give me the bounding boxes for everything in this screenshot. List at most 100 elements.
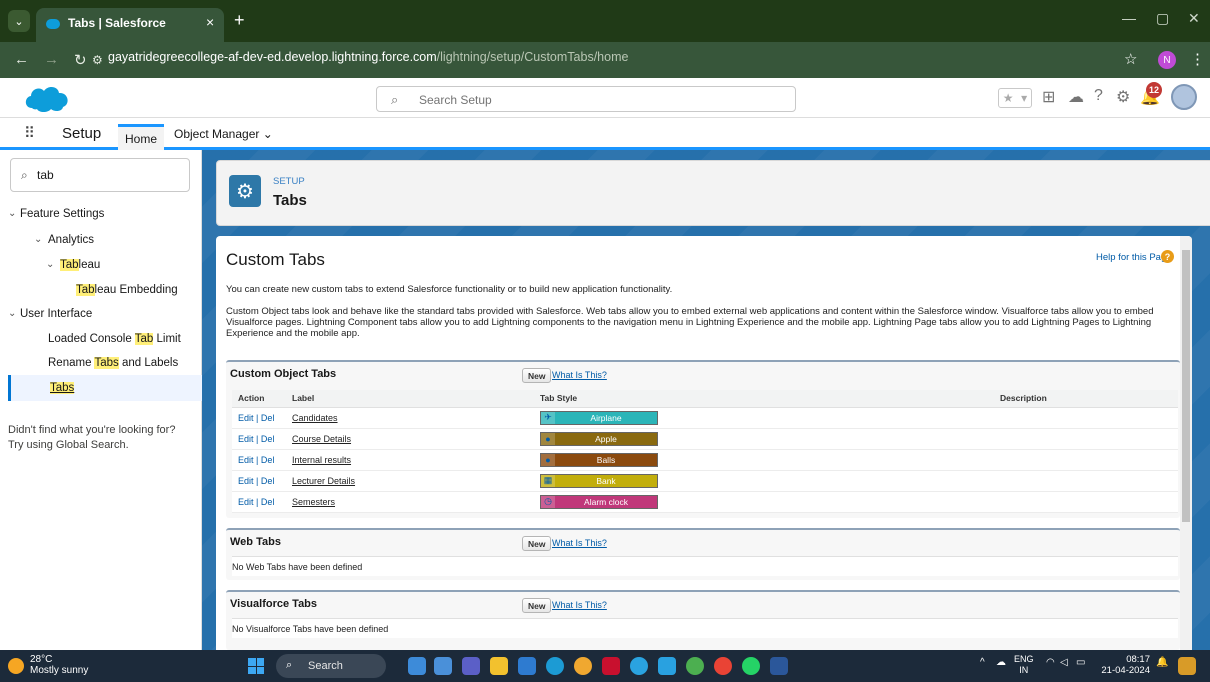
show-hidden-icons-icon[interactable]: ^: [980, 657, 985, 668]
browser-tab-active[interactable]: Tabs | Salesforce ×: [36, 8, 224, 42]
onedrive-icon[interactable]: ☁: [996, 657, 1006, 668]
teams-icon[interactable]: [462, 657, 480, 675]
what-is-this-link[interactable]: What Is This?: [552, 370, 607, 380]
help-question-icon[interactable]: ?: [1094, 87, 1103, 105]
favorites-button[interactable]: ★ ▾: [998, 88, 1032, 108]
tab-close-icon[interactable]: ×: [206, 14, 214, 30]
browser-tab-title: Tabs | Salesforce: [68, 16, 166, 30]
delete-link[interactable]: Del: [261, 434, 275, 444]
new-web-tab-button[interactable]: New: [522, 536, 552, 551]
url-field[interactable]: gayatridegreecollege-af-dev-ed.develop.l…: [108, 50, 628, 64]
quick-find-input[interactable]: ⌕ tab: [10, 158, 190, 192]
store-icon[interactable]: [518, 657, 536, 675]
tab-label-link[interactable]: Semesters: [292, 497, 335, 507]
task-view-icon[interactable]: [434, 657, 452, 675]
help-icon[interactable]: ?: [1161, 250, 1174, 263]
file-explorer-icon[interactable]: [490, 657, 508, 675]
page-title: Tabs: [273, 192, 307, 209]
search-icon: ⌕: [21, 168, 28, 182]
chevron-down-icon[interactable]: ⌄: [46, 259, 54, 270]
sidebar-item-loaded-console-tab-limit[interactable]: Loaded Console Tab Limit: [48, 333, 181, 345]
tab-search-chevron-icon[interactable]: ⌄: [8, 10, 30, 32]
system-clock[interactable]: 08:17 21-04-2024: [1094, 654, 1150, 676]
edit-link[interactable]: Edit: [238, 455, 254, 465]
new-custom-object-tab-button[interactable]: New: [522, 368, 552, 383]
notification-bell-icon[interactable]: 🔔: [1156, 657, 1168, 668]
language-indicator[interactable]: ENG IN: [1014, 654, 1034, 676]
telegram-icon[interactable]: [630, 657, 648, 675]
tray-app-icon[interactable]: [1178, 657, 1196, 675]
weather-widget[interactable]: 28°C Mostly sunny: [30, 654, 88, 676]
clock-time: 08:17: [1126, 654, 1150, 665]
what-is-this-link[interactable]: What Is This?: [552, 600, 607, 610]
section-title: Web Tabs: [230, 536, 281, 548]
mysql-icon[interactable]: [658, 657, 676, 675]
salesforce-logo[interactable]: [22, 82, 72, 114]
close-window-icon[interactable]: ✕: [1188, 10, 1200, 27]
word-icon[interactable]: [770, 657, 788, 675]
edit-link[interactable]: Edit: [238, 476, 254, 486]
delete-link[interactable]: Del: [261, 497, 275, 507]
restore-icon[interactable]: ▢: [1156, 10, 1169, 27]
browser-menu-icon[interactable]: ⋮: [1190, 50, 1205, 68]
tab-style-name: Balls: [596, 454, 616, 465]
chevron-down-icon[interactable]: ⌄: [34, 234, 42, 245]
favorites-dropdown-icon: ▾: [1021, 91, 1028, 105]
reload-icon[interactable]: ↻: [74, 51, 87, 69]
site-info-icon[interactable]: ⚙: [92, 53, 103, 67]
row-description-cell: [994, 407, 1178, 429]
chevron-down-icon[interactable]: ⌄: [8, 308, 16, 319]
delete-link[interactable]: Del: [261, 476, 275, 486]
edit-link[interactable]: Edit: [238, 497, 254, 507]
copilot-icon[interactable]: [408, 657, 426, 675]
profile-avatar[interactable]: N: [1158, 51, 1176, 69]
global-search-input[interactable]: ⌕ Search Setup: [376, 86, 796, 112]
delete-link[interactable]: Del: [261, 413, 275, 423]
minimize-icon[interactable]: —: [1122, 10, 1136, 26]
chrome-canary-icon[interactable]: [574, 657, 592, 675]
whatsapp-icon[interactable]: [742, 657, 760, 675]
forward-icon[interactable]: →: [44, 51, 59, 68]
user-avatar[interactable]: [1171, 84, 1197, 110]
chrome-profile-icon[interactable]: [714, 657, 732, 675]
sidebar-item-analytics[interactable]: Analytics: [48, 234, 94, 246]
volume-icon[interactable]: ◁: [1060, 657, 1068, 668]
new-tab-button[interactable]: +: [234, 10, 245, 31]
global-actions-plus-icon[interactable]: ⊞: [1042, 87, 1055, 107]
new-visualforce-tab-button[interactable]: New: [522, 598, 552, 613]
delete-link[interactable]: Del: [261, 455, 275, 465]
edge-icon[interactable]: [546, 657, 564, 675]
setup-gear-icon[interactable]: ⚙: [1116, 87, 1130, 107]
tab-label-link[interactable]: Candidates: [292, 413, 338, 423]
sidebar-item-rename-tabs[interactable]: Rename Tabs and Labels: [48, 357, 178, 369]
sidebar-item-feature-settings[interactable]: Feature Settings: [20, 208, 104, 220]
what-is-this-link[interactable]: What Is This?: [552, 538, 607, 548]
sidebar-item-tableau[interactable]: Tableau: [60, 259, 100, 271]
app-launcher-icon[interactable]: ⠿: [24, 124, 35, 142]
edit-link[interactable]: Edit: [238, 413, 254, 423]
chrome-icon[interactable]: [686, 657, 704, 675]
wifi-icon[interactable]: ◠: [1046, 657, 1055, 668]
sidebar-item-tabs[interactable]: Tabs: [50, 382, 75, 394]
edit-link[interactable]: Edit: [238, 434, 254, 444]
sidebar-item-user-interface[interactable]: User Interface: [20, 308, 92, 320]
chevron-down-icon[interactable]: ⌄: [8, 208, 16, 219]
tab-object-manager[interactable]: Object Manager ⌄: [174, 127, 273, 141]
back-icon[interactable]: ←: [14, 51, 29, 68]
mcafee-icon[interactable]: [602, 657, 620, 675]
taskbar-search[interactable]: ⌕ Search: [276, 654, 386, 678]
tab-label-link[interactable]: Internal results: [292, 455, 351, 465]
windows-start-icon[interactable]: [248, 658, 264, 674]
battery-icon[interactable]: ▭: [1076, 657, 1085, 668]
tab-label-link[interactable]: Lecturer Details: [292, 476, 355, 486]
guidance-center-icon[interactable]: ☁: [1068, 87, 1084, 107]
notification-count-badge: 12: [1146, 82, 1162, 98]
sidebar-item-tableau-embedding[interactable]: Tableau Embedding: [76, 284, 178, 296]
bookmark-star-icon[interactable]: ☆: [1124, 50, 1137, 68]
scrollbar-thumb[interactable]: [1182, 250, 1190, 522]
weather-sun-icon[interactable]: [8, 658, 24, 674]
tab-label-link[interactable]: Course Details: [292, 434, 351, 444]
row-description-cell: [994, 491, 1178, 513]
tab-home[interactable]: Home: [118, 124, 164, 150]
table-row: Edit | Del Internal results ● Balls: [232, 449, 1178, 471]
